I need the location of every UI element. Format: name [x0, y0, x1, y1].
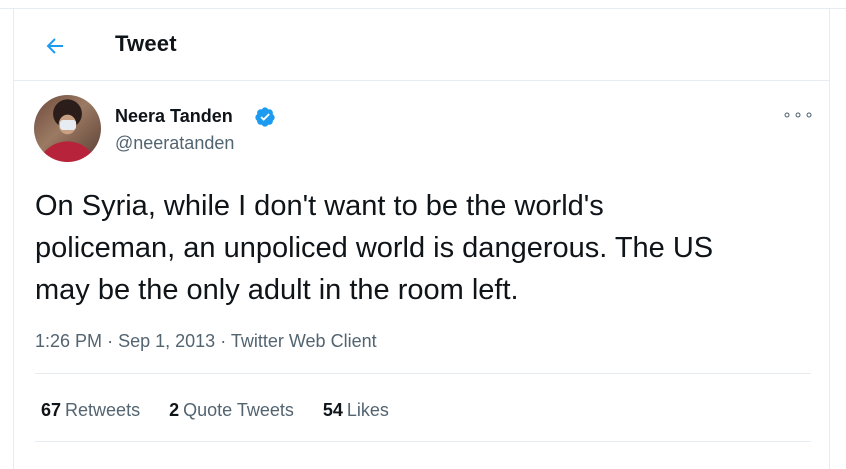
likes-count: 54 — [322, 400, 343, 420]
retweets-label: Retweets — [65, 400, 141, 420]
tweet-client[interactable]: Twitter Web Client — [231, 331, 377, 351]
retweets-count: 67 — [41, 400, 62, 420]
author-handle[interactable]: @neeratanden — [115, 133, 234, 154]
page-title: Tweet — [115, 31, 177, 56]
likes-stat[interactable]: 54 Likes — [323, 400, 389, 421]
verified-badge-icon — [255, 107, 275, 127]
likes-label: Likes — [346, 400, 389, 420]
quote-tweets-count: 2 — [169, 400, 180, 420]
tweet-column: Tweet Neera Tanden @neeratanden ∘∘∘ On S… — [13, 9, 830, 469]
tweet-metadata: 1:26 PM · Sep 1, 2013 · Twitter Web Clie… — [35, 331, 377, 352]
back-button[interactable] — [40, 31, 70, 61]
divider — [35, 373, 811, 374]
tweet-text: On Syria, while I don't want to be the w… — [35, 190, 714, 306]
author-display-name[interactable]: Neera Tanden — [115, 106, 233, 127]
avatar-face-mask — [60, 120, 76, 130]
tweet-time[interactable]: 1:26 PM — [35, 331, 102, 351]
quote-tweets-label: Quote Tweets — [183, 400, 294, 420]
page-header: Tweet — [14, 9, 829, 81]
quote-tweets-stat[interactable]: 2 Quote Tweets — [169, 400, 294, 421]
more-options-icon[interactable]: ∘∘∘ — [782, 105, 814, 125]
arrow-left-icon — [46, 38, 63, 54]
divider — [35, 441, 811, 442]
retweets-stat[interactable]: 67 Retweets — [41, 400, 140, 421]
tweet-stats: 67 Retweets 2 Quote Tweets 54 Likes — [41, 400, 413, 421]
meta-separator: · — [107, 331, 114, 351]
meta-separator: · — [220, 331, 227, 351]
tweet-date[interactable]: Sep 1, 2013 — [118, 331, 215, 351]
avatar[interactable] — [34, 95, 101, 162]
